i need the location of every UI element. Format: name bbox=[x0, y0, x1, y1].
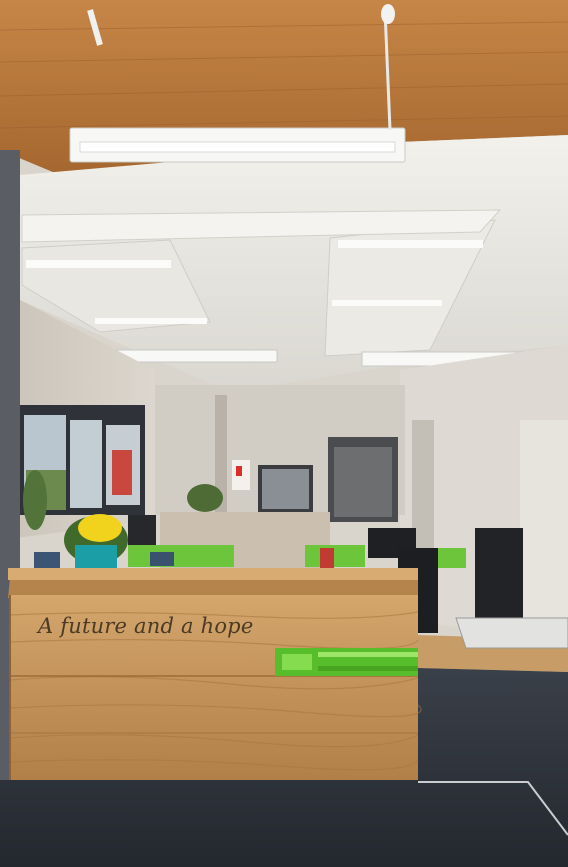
desk-slogan-text: A future and a hope bbox=[38, 614, 254, 638]
office-reception-photo: A future and a hope bbox=[0, 0, 568, 867]
office-scene-illustration bbox=[0, 0, 568, 867]
